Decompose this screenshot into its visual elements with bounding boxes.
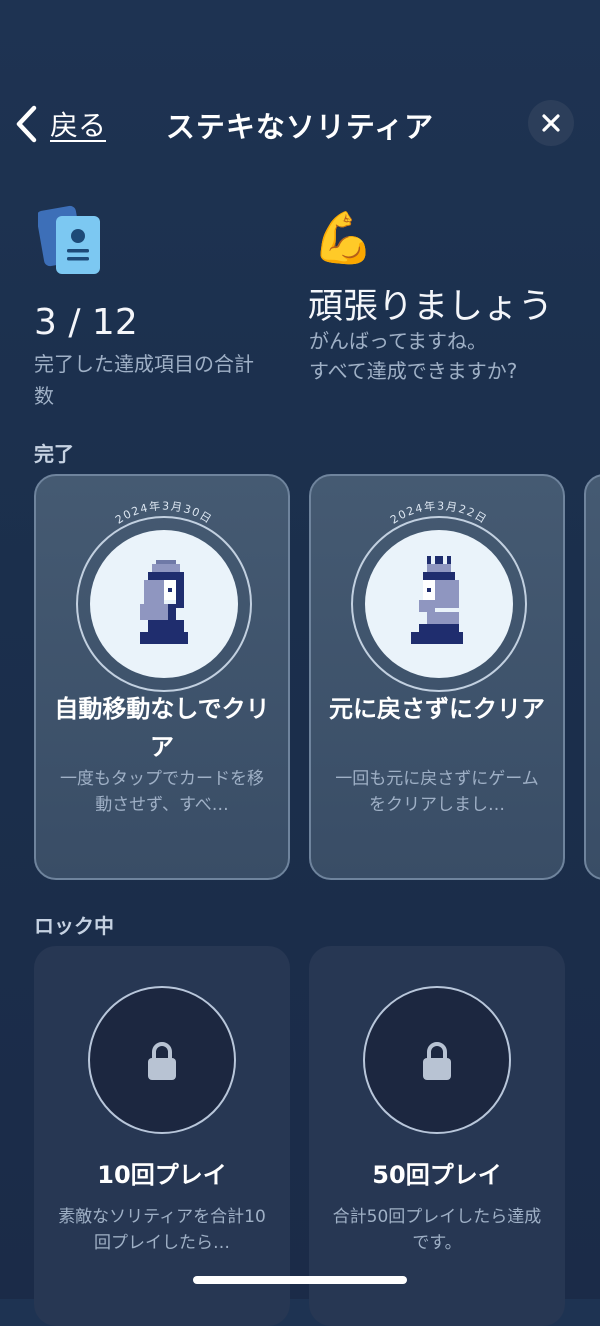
navigation-bar: 戻る ステキなソリティア: [0, 96, 600, 152]
badge-image: [90, 530, 238, 678]
page-title: ステキなソリティア: [165, 110, 435, 144]
flexed-biceps-icon: 💪: [312, 209, 375, 267]
close-button[interactable]: [528, 100, 574, 146]
achievement-title: 自動移動なしでクリア: [54, 695, 270, 761]
achievement-count-description: 完了した達成項目の合計数: [34, 352, 254, 408]
encourage-subtitle-line-2: すべて達成できますか?: [309, 359, 518, 383]
svg-text:2024年3月30日: 2024年3月30日: [113, 498, 215, 526]
achievement-description: 合計50回プレイしたら達成です。: [332, 1207, 542, 1253]
lock-icon: [423, 1042, 451, 1080]
achievement-description: 一回も元に戻さずにゲームをクリアしまし…: [335, 769, 539, 815]
achievement-count: 3 / 12: [34, 302, 138, 343]
badge-image: [365, 530, 513, 678]
achievement-card-completed[interactable]: 2024年3月30日 自動移動なしでクリア 一度もタップでカードを移動させず、す…: [34, 474, 290, 880]
home-indicator[interactable]: [193, 1276, 407, 1284]
achievement-cards-icon: [38, 205, 100, 274]
king-pixel-icon: [411, 556, 463, 644]
achievement-card-peek[interactable]: [584, 474, 600, 880]
achievement-card-locked[interactable]: 50回プレイ 合計50回プレイしたら達成です。: [309, 946, 565, 1326]
achievement-card-completed[interactable]: 2024年3月22日 元に戻さずにクリア 一回も元に戻さずにゲームをクリアしまし…: [309, 474, 565, 880]
encourage-title: 頑張りましょう: [308, 287, 554, 327]
queen-pixel-icon: [140, 560, 188, 644]
achievement-card-locked[interactable]: 10回プレイ 素敵なソリティアを合計10回プレイしたら…: [34, 946, 290, 1326]
svg-text:2024年3月22日: 2024年3月22日: [388, 498, 490, 526]
locked-section-label: ロック中: [34, 914, 114, 938]
encourage-subtitle-line-1: がんばってますね。: [309, 329, 487, 353]
close-icon: [542, 114, 560, 132]
achievement-description: 一度もタップでカードを移動させず、すべ…: [60, 769, 264, 815]
completed-section-label: 完了: [34, 442, 74, 466]
encourage-subtitle: がんばってますね。 すべて達成できますか?: [309, 326, 589, 386]
achievement-title: 10回プレイ: [97, 1161, 227, 1189]
achievement-title: 50回プレイ: [372, 1161, 502, 1189]
achievement-title: 元に戻さずにクリア: [329, 695, 545, 723]
lock-icon: [148, 1042, 176, 1080]
achievement-description: 素敵なソリティアを合計10回プレイしたら…: [58, 1207, 266, 1253]
